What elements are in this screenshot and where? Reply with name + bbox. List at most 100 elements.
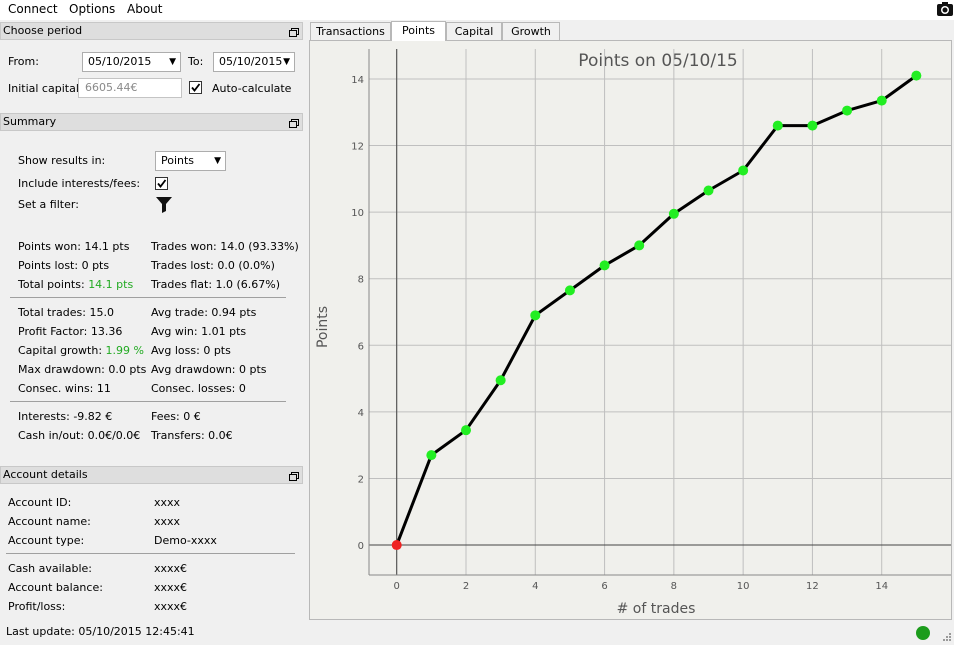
tab-transactions[interactable]: Transactions: [310, 22, 391, 41]
chevron-down-icon: ▼: [169, 57, 176, 67]
float-panel-icon[interactable]: [289, 470, 299, 481]
to-label: To:: [188, 55, 204, 68]
tab-growth[interactable]: Growth: [502, 22, 560, 41]
avg-trade: Avg trade: 0.94 pts: [151, 306, 257, 319]
total-points-value: 14.1 pts: [88, 278, 134, 291]
trades-lost: Trades lost: 0.0 (0.0%): [151, 259, 275, 272]
data-point: [738, 165, 749, 176]
chart-title: Points on 05/10/15: [578, 51, 737, 71]
chart-xlabel: # of trades: [617, 601, 696, 617]
filter-icon[interactable]: [156, 196, 172, 216]
y-tick-label: 12: [351, 142, 364, 153]
account-details-header: Account details: [0, 466, 303, 484]
x-tick-label: 6: [601, 581, 607, 592]
account-balance-label: Account balance:: [8, 581, 103, 594]
y-tick-label: 10: [351, 208, 364, 219]
x-tick-label: 8: [671, 581, 677, 592]
show-results-value: Points: [161, 154, 195, 167]
account-balance-value: xxxx€: [154, 581, 188, 594]
x-tick-label: 0: [394, 581, 400, 592]
summary-divider-1: [10, 297, 286, 298]
account-type-value: Demo-xxxx: [154, 534, 217, 547]
show-results-select[interactable]: Points ▼: [155, 151, 226, 171]
capital-growth-value: 1.99 %: [105, 344, 144, 357]
float-panel-icon[interactable]: [289, 117, 299, 128]
data-point: [876, 95, 887, 106]
data-point: [391, 540, 402, 551]
total-points-label: Total points:: [18, 278, 85, 291]
tab-points[interactable]: Points: [391, 21, 446, 41]
profit-factor: Profit Factor: 13.36: [18, 325, 123, 338]
x-tick-label: 14: [875, 581, 888, 592]
chart-axes: [368, 49, 951, 576]
trades-won: Trades won: 14.0 (93.33%): [151, 240, 299, 253]
x-tick-label: 2: [463, 581, 469, 592]
summary-divider-2: [10, 401, 286, 402]
data-point: [634, 240, 645, 251]
points-won: Points won: 14.1 pts: [18, 240, 130, 253]
summary-title: Summary: [3, 115, 57, 128]
points-chart-pane: Points on 05/10/15 # of trades Points 0 2…: [309, 40, 952, 620]
auto-calculate-checkbox[interactable]: [189, 81, 202, 94]
account-type-label: Account type:: [8, 534, 85, 547]
consec-losses: Consec. losses: 0: [151, 382, 246, 395]
total-trades: Total trades: 15.0: [18, 306, 114, 319]
menu-connect[interactable]: Connect: [8, 2, 58, 16]
data-point: [530, 310, 541, 321]
data-point: [599, 260, 610, 271]
account-name-label: Account name:: [8, 515, 91, 528]
y-tick-label: 2: [358, 474, 364, 485]
from-label: From:: [8, 55, 39, 68]
cash-available-value: xxxx€: [154, 562, 188, 575]
include-interests-label: Include interests/fees:: [18, 177, 141, 190]
y-tick-label: 4: [358, 408, 364, 419]
profit-loss-value: xxxx€: [154, 600, 188, 613]
total-points: Total points: 14.1 pts: [18, 278, 133, 291]
choose-period-title: Choose period: [3, 24, 83, 37]
y-tick-label: 0: [358, 541, 364, 552]
choose-period-header: Choose period: [0, 22, 303, 40]
x-tick-label: 10: [737, 581, 750, 592]
y-tick-label: 6: [358, 341, 364, 352]
connection-status-indicator: [916, 626, 930, 640]
menu-about[interactable]: About: [127, 2, 162, 16]
data-point: [911, 70, 922, 81]
last-update-status: Last update: 05/10/2015 12:45:41: [6, 625, 195, 638]
float-panel-icon[interactable]: [289, 26, 299, 37]
avg-loss: Avg loss: 0 pts: [151, 344, 231, 357]
initial-capital-label: Initial capital:: [8, 82, 83, 95]
include-interests-checkbox[interactable]: [155, 177, 168, 190]
tab-capital[interactable]: Capital: [446, 22, 502, 41]
menu-options[interactable]: Options: [69, 2, 115, 16]
capital-growth-label: Capital growth:: [18, 344, 103, 357]
account-name-value: xxxx: [154, 515, 181, 528]
data-point: [668, 208, 679, 219]
data-point: [426, 450, 437, 461]
resize-grip-icon[interactable]: [942, 632, 952, 642]
y-tick-label: 14: [351, 75, 364, 86]
transfers: Transfers: 0.0€: [151, 429, 233, 442]
cash-available-label: Cash available:: [8, 562, 92, 575]
initial-capital-input[interactable]: 6605.44€: [78, 78, 182, 98]
chart-tick-labels: 0 2 4 6 8 10 12 14 0 2 4 6 8 10 12 14: [351, 75, 888, 592]
camera-icon[interactable]: [936, 0, 954, 18]
interests: Interests: -9.82 €: [18, 410, 113, 423]
data-point: [461, 425, 471, 436]
avg-win: Avg win: 1.01 pts: [151, 325, 247, 338]
points-lost: Points lost: 0 pts: [18, 259, 110, 272]
chart-ylabel: Points: [315, 306, 331, 348]
summary-header: Summary: [0, 113, 303, 131]
x-tick-label: 4: [532, 581, 538, 592]
account-id-value: xxxx: [154, 496, 181, 509]
caret-down-icon: ▼: [214, 156, 221, 166]
fees: Fees: 0 €: [151, 410, 201, 423]
from-date-picker[interactable]: 05/10/2015 ▼: [82, 52, 181, 72]
from-date-value: 05/10/2015: [88, 55, 152, 68]
points-chart: Points on 05/10/15 # of trades Points 0 2…: [315, 49, 951, 617]
profit-loss-label: Profit/loss:: [8, 600, 66, 613]
menu-bar: Connect Options About: [0, 0, 954, 20]
cash-in-out: Cash in/out: 0.0€/0.0€: [18, 429, 141, 442]
account-id-label: Account ID:: [8, 496, 72, 509]
account-details-title: Account details: [3, 468, 88, 481]
to-date-picker[interactable]: 05/10/2015 ▼: [213, 52, 295, 72]
